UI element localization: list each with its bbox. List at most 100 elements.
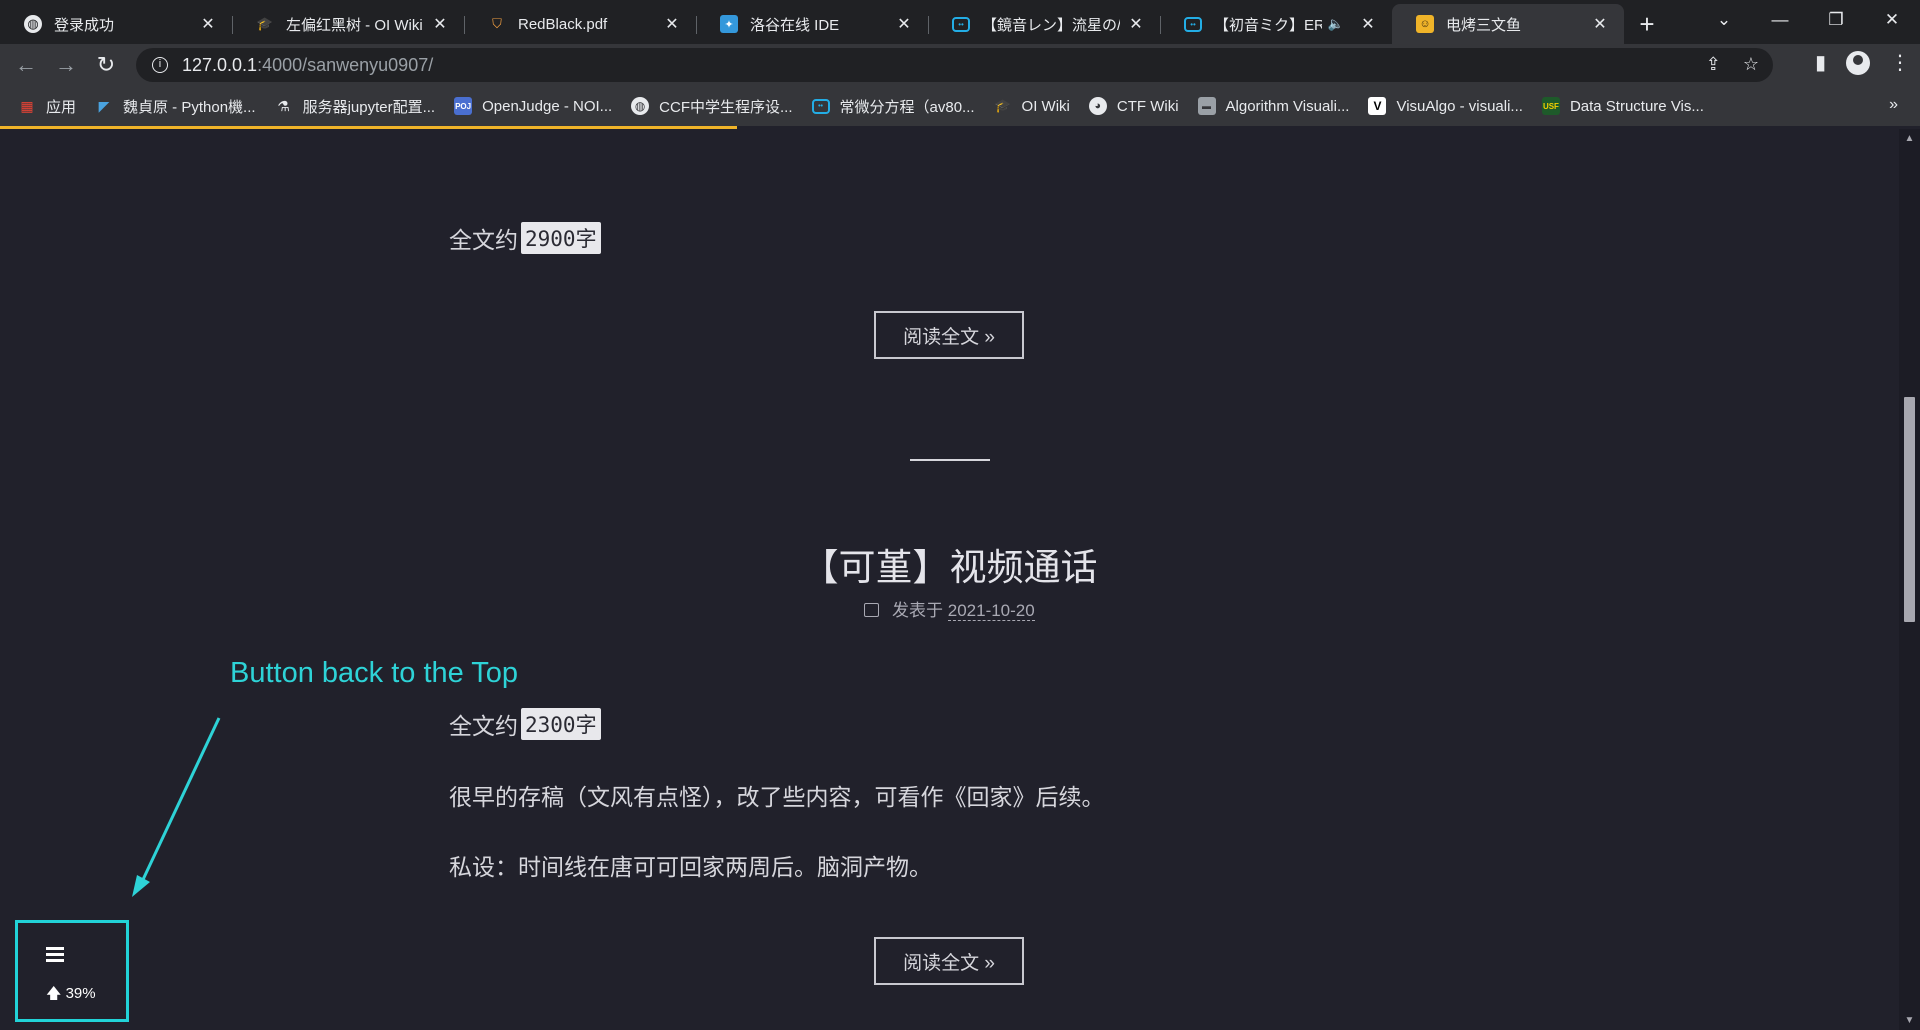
oiwiki-icon: 🎓 bbox=[994, 98, 1011, 113]
wordcount-prefix: 全文约 bbox=[449, 227, 518, 253]
new-tab-button[interactable]: + bbox=[1624, 4, 1670, 44]
scroll-percent-value: 39% bbox=[65, 985, 96, 1002]
tab-title: 【鏡音レン】流星の/ bbox=[982, 16, 1120, 34]
globe-icon: ◍ bbox=[24, 15, 42, 33]
site-info-icon[interactable]: i bbox=[152, 57, 168, 73]
oiwiki-icon: 🎓 bbox=[256, 16, 274, 31]
speaker-icon[interactable]: 🔈 bbox=[1328, 16, 1344, 32]
tab-bilibili-2[interactable]: •• 【初音ミク】ERR 🔈 ✕ bbox=[1160, 4, 1392, 44]
tab-title: 电烤三文鱼 bbox=[1446, 16, 1522, 34]
scroll-down-icon[interactable]: ▼ bbox=[1899, 1015, 1920, 1026]
bookmark-usf[interactable]: USF Data Structure Vis... bbox=[1541, 97, 1704, 115]
bookmark-label: 魏貞原 - Python機... bbox=[123, 98, 256, 116]
annotation-arrow bbox=[132, 717, 221, 897]
ctf-icon: ◕ bbox=[1088, 97, 1107, 115]
bookmark-python[interactable]: ◤ 魏貞原 - Python機... bbox=[95, 96, 256, 117]
more-bookmarks-button[interactable]: » bbox=[1889, 96, 1898, 114]
bookmark-ccf[interactable]: ◍ CCF中学生程序设... bbox=[631, 96, 793, 117]
restore-icon[interactable]: ❐ bbox=[1808, 10, 1864, 30]
tab-title: 【初音ミク】ERR bbox=[1214, 16, 1322, 34]
pdf-icon: ⛉ bbox=[492, 16, 502, 31]
bookmark-label: CCF中学生程序设... bbox=[659, 98, 793, 116]
menu-kebab-icon[interactable]: ⋮ bbox=[1890, 50, 1910, 75]
tab-search-icon[interactable]: ⌄ bbox=[1696, 10, 1752, 30]
bookmark-ode[interactable]: •• 常微分方程（av80... bbox=[811, 96, 975, 117]
post-meta-label: 发表于 bbox=[892, 601, 944, 620]
tab-redblack-pdf[interactable]: ⛉ RedBlack.pdf ✕ bbox=[464, 4, 696, 44]
post-meta: 发表于 2021-10-20 bbox=[0, 596, 1899, 621]
profile-avatar-icon[interactable] bbox=[1846, 50, 1870, 75]
tab-login-success[interactable]: ◍ 登录成功 ✕ bbox=[0, 4, 232, 44]
arrow-up-icon: 🡅 bbox=[46, 985, 62, 1002]
jupyter-icon: ⚗ bbox=[277, 97, 290, 114]
bookmark-star-icon[interactable]: ☆ bbox=[1743, 54, 1759, 75]
wordcount-prefix: 全文约 bbox=[449, 713, 518, 739]
scrollbar-thumb[interactable] bbox=[1904, 397, 1915, 622]
minimize-icon[interactable]: — bbox=[1752, 10, 1808, 30]
bookmark-label: 服务器jupyter配置... bbox=[302, 98, 436, 116]
scroll-percent: 🡅 39% bbox=[46, 983, 96, 1008]
tab-title: RedBlack.pdf bbox=[518, 15, 608, 33]
close-icon[interactable]: ✕ bbox=[430, 14, 450, 34]
browser-toolbar: ← → ↻ i 127.0.0.1:4000/sanwenyu0907/ ⇪ ☆… bbox=[0, 44, 1920, 86]
bookmarks-bar: ▦ 应用 ◤ 魏貞原 - Python機... ⚗ 服务器jupyter配置..… bbox=[0, 86, 1920, 126]
post-excerpt-paragraph-2: 私设：时间线在唐可可回家两周后。脑洞产物。 bbox=[449, 854, 932, 880]
post-title[interactable]: 【可堇】视频通话 bbox=[0, 537, 1899, 591]
blog-page: ▭ ─────── 全文约 2900字 阅读全文 » 【可堇】视频通话 发表于 … bbox=[0, 129, 1899, 1030]
bookmark-label: OpenJudge - NOI... bbox=[482, 97, 613, 115]
read-more-button[interactable]: 阅读全文 » bbox=[874, 937, 1024, 985]
url-path: :4000/sanwenyu0907/ bbox=[257, 54, 434, 75]
bookmark-label: 常微分方程（av80... bbox=[839, 98, 975, 116]
bookmark-label: OI Wiki bbox=[1021, 97, 1070, 115]
algo-icon: ▬ bbox=[1197, 97, 1216, 115]
bookmark-jupyter[interactable]: ⚗ 服务器jupyter配置... bbox=[275, 96, 436, 117]
close-icon[interactable]: ✕ bbox=[662, 14, 682, 34]
back-icon[interactable]: ← bbox=[6, 52, 46, 78]
url-host: 127.0.0.1 bbox=[182, 54, 258, 75]
bookmark-label: Data Structure Vis... bbox=[1569, 97, 1704, 115]
globe-icon: ◍ bbox=[631, 97, 650, 115]
close-icon[interactable]: ✕ bbox=[894, 14, 914, 34]
tab-title: 登录成功 bbox=[54, 16, 115, 34]
reload-icon[interactable]: ↻ bbox=[86, 52, 126, 78]
bookmark-ctf-wiki[interactable]: ◕ CTF Wiki bbox=[1088, 97, 1179, 115]
bookmark-label: Algorithm Visuali... bbox=[1225, 97, 1350, 115]
luogu-icon: ✦ bbox=[720, 15, 738, 33]
calendar-icon bbox=[864, 603, 880, 617]
read-more-button[interactable]: 阅读全文 » bbox=[874, 311, 1024, 359]
address-bar[interactable]: i 127.0.0.1:4000/sanwenyu0907/ ⇪ ☆ bbox=[136, 48, 1773, 82]
bilibili-icon: •• bbox=[952, 16, 970, 32]
side-panel-icon[interactable]: ▮ bbox=[1815, 50, 1826, 75]
menu-icon bbox=[46, 947, 64, 965]
tab-current[interactable]: ☺ 电烤三文鱼 ✕ bbox=[1392, 4, 1624, 44]
post-date[interactable]: 2021-10-20 bbox=[947, 601, 1035, 621]
previous-post-meta-partial: ▭ ─────── bbox=[862, 129, 977, 131]
bookmark-oi-wiki[interactable]: 🎓 OI Wiki bbox=[994, 97, 1070, 115]
tab-strip: ◍ 登录成功 ✕ 🎓 左偏红黑树 - OI Wiki ✕ ⛉ RedBlack.… bbox=[0, 0, 1920, 44]
bookmark-visualgo[interactable]: V VisuAlgo - visuali... bbox=[1368, 97, 1523, 115]
site-icon: ☺ bbox=[1416, 15, 1434, 33]
bookmark-algorithm-visualizer[interactable]: ▬ Algorithm Visuali... bbox=[1197, 97, 1350, 115]
close-icon[interactable]: ✕ bbox=[1358, 14, 1378, 34]
back-to-top-button[interactable]: 🡅 39% bbox=[15, 920, 129, 1022]
tab-luogu-ide[interactable]: ✦ 洛谷在线 IDE ✕ bbox=[696, 4, 928, 44]
annotation-label: Button back to the Top bbox=[230, 657, 519, 689]
page-scrollbar[interactable]: ▲ ▼ bbox=[1899, 129, 1920, 1030]
poj-icon: POJ bbox=[454, 97, 473, 115]
forward-icon[interactable]: → bbox=[46, 52, 86, 78]
share-icon[interactable]: ⇪ bbox=[1706, 54, 1721, 75]
tab-bilibili-1[interactable]: •• 【鏡音レン】流星の/ ✕ bbox=[928, 4, 1160, 44]
close-icon[interactable]: ✕ bbox=[1126, 14, 1146, 34]
bird-icon: ◤ bbox=[98, 97, 110, 114]
tab-oi-wiki[interactable]: 🎓 左偏红黑树 - OI Wiki ✕ bbox=[232, 4, 464, 44]
bookmark-apps[interactable]: ▦ 应用 bbox=[18, 96, 76, 117]
window-controls: ⌄ — ❐ ✕ bbox=[1696, 0, 1920, 40]
close-icon[interactable]: ✕ bbox=[198, 14, 218, 34]
close-window-icon[interactable]: ✕ bbox=[1864, 10, 1920, 30]
bookmark-openjudge[interactable]: POJ OpenJudge - NOI... bbox=[454, 97, 612, 115]
close-icon[interactable]: ✕ bbox=[1590, 14, 1610, 34]
scroll-up-icon[interactable]: ▲ bbox=[1899, 133, 1920, 144]
post-excerpt-paragraph-1: 很早的存稿（文风有点怪），改了些内容，可看作《回家》后续。 bbox=[449, 784, 1105, 810]
bilibili-icon: •• bbox=[1184, 16, 1202, 32]
bookmark-label: VisuAlgo - visuali... bbox=[1396, 97, 1523, 115]
